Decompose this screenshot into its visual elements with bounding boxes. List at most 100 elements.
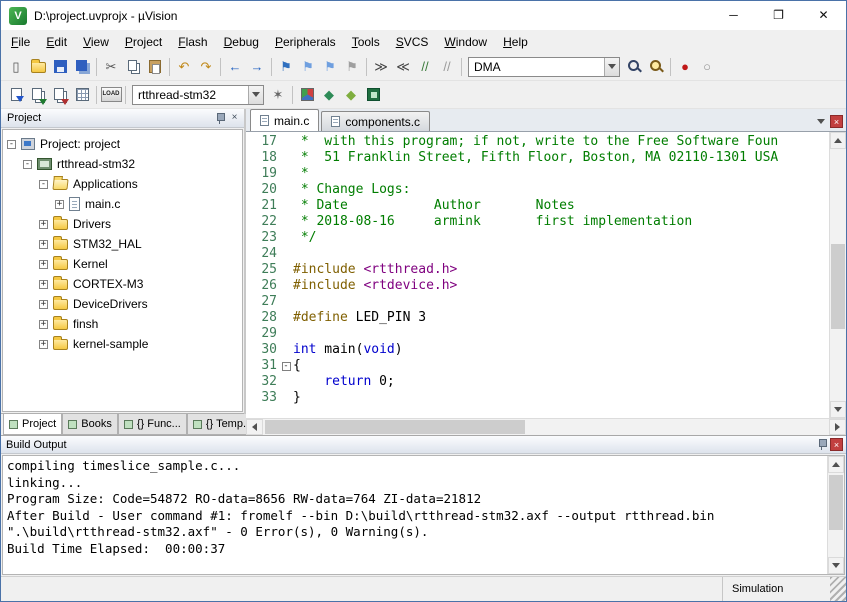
panel-tab-books[interactable]: Books	[62, 414, 118, 435]
expand-icon[interactable]: +	[39, 220, 48, 229]
editor-tab-main.c[interactable]: main.c	[250, 109, 319, 131]
output-vertical-scrollbar[interactable]	[827, 456, 844, 574]
tree-item[interactable]: +STM32_HAL	[3, 234, 242, 254]
open-folder-icon[interactable]	[27, 56, 49, 78]
maximize-button[interactable]: ❐	[756, 1, 801, 30]
collapse-icon[interactable]: -	[23, 160, 32, 169]
expand-icon[interactable]: +	[55, 200, 64, 209]
menu-tools[interactable]: Tools	[344, 32, 388, 52]
next-bookmark-icon[interactable]: ⚑	[319, 56, 341, 78]
scroll-track[interactable]	[830, 149, 846, 401]
scroll-down-icon[interactable]	[830, 401, 846, 418]
editor-vertical-scrollbar[interactable]	[829, 132, 846, 418]
menu-help[interactable]: Help	[495, 32, 536, 52]
chevron-down-icon[interactable]	[248, 86, 263, 104]
cut-icon[interactable]: ✂	[100, 56, 122, 78]
panel-tab--func-[interactable]: {} Func...	[118, 414, 187, 435]
close-document-icon[interactable]: ×	[830, 115, 843, 128]
pin-icon[interactable]	[215, 112, 225, 125]
scroll-thumb[interactable]	[831, 244, 845, 329]
code-editor[interactable]: 1718192021222324252627282930313233 - * w…	[246, 132, 829, 418]
menu-view[interactable]: View	[75, 32, 117, 52]
pack-installer-icon[interactable]: ◆	[340, 84, 362, 106]
manage-components-icon[interactable]	[296, 84, 318, 106]
new-file-icon[interactable]: ▯	[5, 56, 27, 78]
scroll-right-icon[interactable]	[829, 419, 846, 435]
tree-item[interactable]: -Project: project	[3, 134, 242, 154]
prev-bookmark-icon[interactable]: ⚑	[297, 56, 319, 78]
redo-icon[interactable]: ↷	[195, 56, 217, 78]
tree-item[interactable]: +finsh	[3, 314, 242, 334]
close-panel-icon[interactable]: ×	[228, 112, 241, 125]
close-button[interactable]: ✕	[801, 1, 846, 30]
chevron-down-icon[interactable]	[604, 58, 619, 76]
menu-svcs[interactable]: SVCS	[388, 32, 437, 52]
expand-icon[interactable]: +	[39, 260, 48, 269]
tree-item[interactable]: +Drivers	[3, 214, 242, 234]
expand-icon[interactable]: +	[39, 280, 48, 289]
menu-file[interactable]: File	[3, 32, 38, 52]
minimize-button[interactable]: ─	[711, 1, 756, 30]
collapse-icon[interactable]: -	[39, 180, 48, 189]
expand-icon[interactable]: +	[39, 300, 48, 309]
options-for-target-icon[interactable]: ✶	[267, 84, 289, 106]
find-icon[interactable]	[645, 56, 667, 78]
fold-collapse-icon[interactable]: -	[282, 362, 291, 371]
rebuild-icon[interactable]	[49, 84, 71, 106]
scroll-up-icon[interactable]	[830, 132, 846, 149]
scroll-track[interactable]	[828, 473, 844, 557]
unindent-icon[interactable]: ≪	[392, 56, 414, 78]
scroll-left-icon[interactable]	[246, 419, 263, 435]
scroll-down-icon[interactable]	[828, 557, 844, 574]
uncomment-icon[interactable]: //	[436, 56, 458, 78]
translate-icon[interactable]	[5, 84, 27, 106]
expand-icon[interactable]: +	[39, 320, 48, 329]
flash-configure-icon[interactable]	[362, 84, 384, 106]
download-icon[interactable]: LOAD	[100, 84, 122, 106]
tree-item[interactable]: +DeviceDrivers	[3, 294, 242, 314]
paste-icon[interactable]	[144, 56, 166, 78]
save-all-icon[interactable]	[71, 56, 93, 78]
bookmark-icon[interactable]: ⚑	[275, 56, 297, 78]
save-icon[interactable]	[49, 56, 71, 78]
tree-item[interactable]: -rtthread-stm32	[3, 154, 242, 174]
code-text[interactable]: * with this program; if not, write to th…	[293, 134, 829, 418]
scroll-up-icon[interactable]	[828, 456, 844, 473]
collapse-icon[interactable]: -	[7, 140, 16, 149]
target-combo[interactable]: rtthread-stm32	[132, 85, 264, 105]
search-combo[interactable]: DMA	[468, 57, 620, 77]
close-panel-icon[interactable]: ×	[830, 438, 843, 451]
menu-peripherals[interactable]: Peripherals	[267, 32, 344, 52]
manage-rte-icon[interactable]: ◆	[318, 84, 340, 106]
scroll-thumb[interactable]	[829, 475, 843, 530]
expand-icon[interactable]: +	[39, 340, 48, 349]
navigate-back-icon[interactable]: ←	[224, 56, 246, 78]
menu-debug[interactable]: Debug	[216, 32, 267, 52]
menu-flash[interactable]: Flash	[170, 32, 215, 52]
navigate-forward-icon[interactable]: →	[246, 56, 268, 78]
scroll-track[interactable]	[263, 419, 829, 435]
menu-project[interactable]: Project	[117, 32, 170, 52]
undo-icon[interactable]: ↶	[173, 56, 195, 78]
find-in-files-icon[interactable]	[623, 56, 645, 78]
editor-tab-components.c[interactable]: components.c	[321, 111, 430, 131]
editor-horizontal-scrollbar[interactable]	[246, 418, 846, 435]
expand-icon[interactable]: +	[39, 240, 48, 249]
build-icon[interactable]	[27, 84, 49, 106]
comment-icon[interactable]: //	[414, 56, 436, 78]
tree-item[interactable]: +kernel-sample	[3, 334, 242, 354]
pin-icon[interactable]	[817, 438, 827, 451]
menu-edit[interactable]: Edit	[38, 32, 75, 52]
start-debug-icon[interactable]: ●	[674, 56, 696, 78]
copy-icon[interactable]	[122, 56, 144, 78]
menu-window[interactable]: Window	[436, 32, 495, 52]
indent-icon[interactable]: ≫	[370, 56, 392, 78]
clear-bookmarks-icon[interactable]: ⚑	[341, 56, 363, 78]
tree-item[interactable]: +CORTEX-M3	[3, 274, 242, 294]
batch-build-icon[interactable]	[71, 84, 93, 106]
build-output-text[interactable]: compiling timeslice_sample.c...linking..…	[3, 456, 827, 574]
panel-tab-project[interactable]: Project	[3, 414, 62, 435]
tree-item[interactable]: +Kernel	[3, 254, 242, 274]
tree-item[interactable]: +main.c	[3, 194, 242, 214]
scroll-thumb[interactable]	[265, 420, 525, 434]
